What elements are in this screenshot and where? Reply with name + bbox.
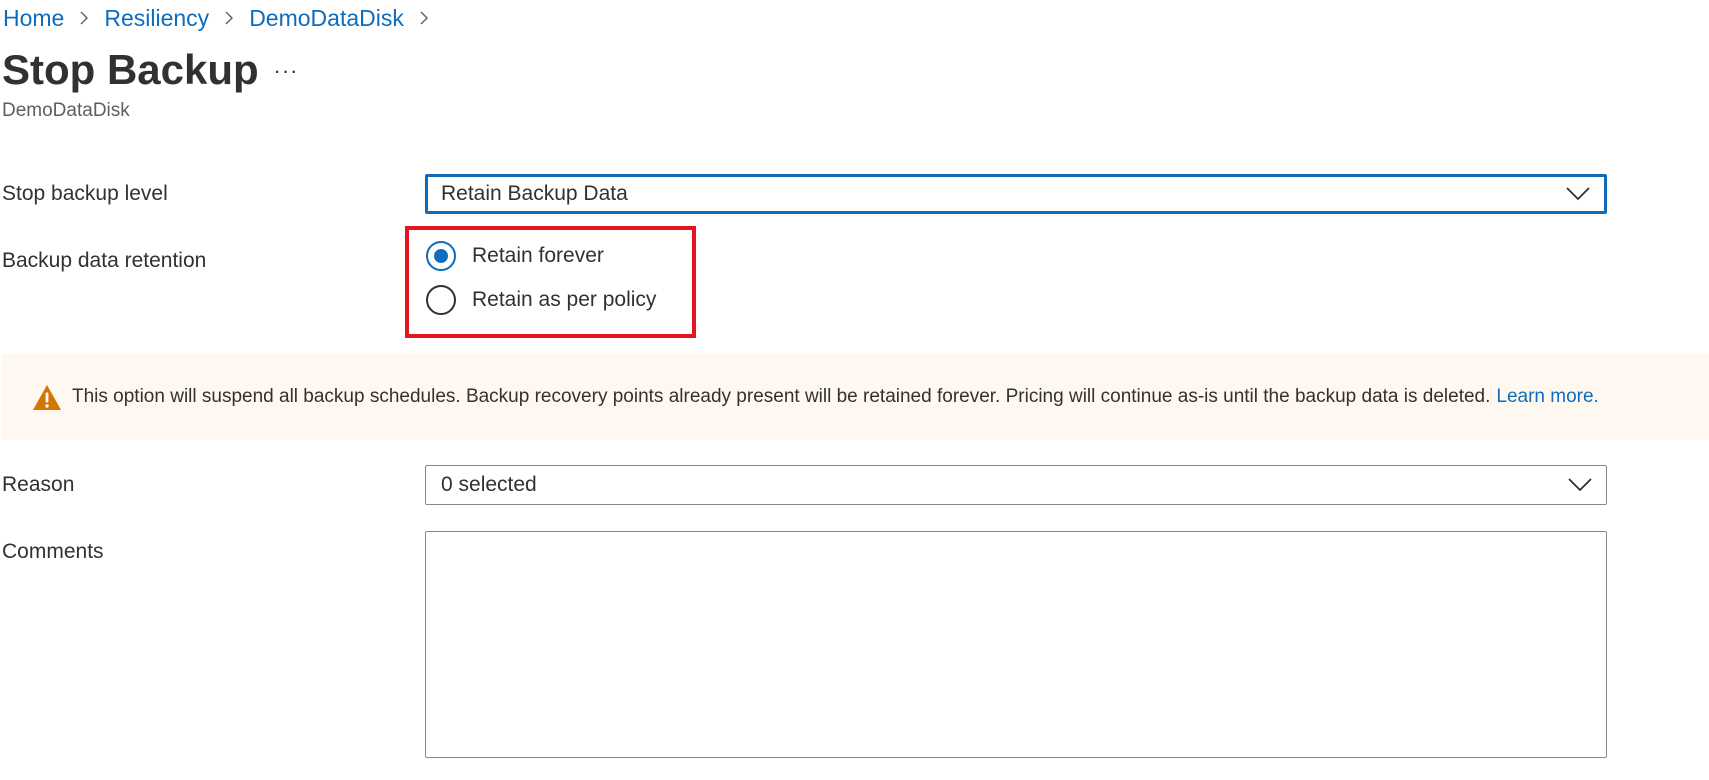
warning-message: This option will suspend all backup sche… bbox=[72, 386, 1599, 408]
stop-backup-level-label: Stop backup level bbox=[2, 182, 168, 205]
breadcrumb: Home Resiliency DemoDataDisk bbox=[3, 2, 444, 34]
page-title: Stop Backup bbox=[2, 46, 259, 93]
comments-textarea[interactable] bbox=[425, 531, 1607, 758]
backup-data-retention-label: Backup data retention bbox=[2, 249, 207, 272]
breadcrumb-resiliency-link[interactable]: Resiliency bbox=[104, 5, 209, 32]
chevron-down-icon bbox=[1566, 187, 1590, 201]
chevron-right-icon bbox=[64, 11, 104, 25]
stop-backup-level-dropdown[interactable]: Retain Backup Data bbox=[425, 174, 1607, 214]
chevron-down-icon bbox=[1568, 478, 1592, 492]
radio-button[interactable] bbox=[426, 285, 456, 315]
learn-more-link[interactable]: Learn more. bbox=[1496, 386, 1598, 407]
warning-icon bbox=[33, 384, 61, 410]
radio-dot bbox=[434, 249, 448, 263]
breadcrumb-demodatadisk-link[interactable]: DemoDataDisk bbox=[249, 5, 404, 32]
warning-text: This option will suspend all backup sche… bbox=[72, 386, 1491, 407]
page-subtitle: DemoDataDisk bbox=[2, 100, 130, 121]
radio-retain-as-per-policy-label: Retain as per policy bbox=[472, 288, 657, 311]
stop-backup-level-value: Retain Backup Data bbox=[441, 182, 628, 205]
warning-banner: This option will suspend all backup sche… bbox=[2, 354, 1709, 440]
reason-value: 0 selected bbox=[441, 473, 537, 496]
reason-dropdown[interactable]: 0 selected bbox=[425, 465, 1607, 505]
more-options-button[interactable]: ··· bbox=[268, 58, 304, 84]
chevron-right-icon bbox=[404, 11, 444, 25]
reason-label: Reason bbox=[2, 473, 75, 496]
radio-button-selected[interactable] bbox=[426, 241, 456, 271]
comments-label: Comments bbox=[2, 540, 104, 563]
breadcrumb-home-link[interactable]: Home bbox=[3, 5, 64, 32]
radio-retain-forever[interactable]: Retain forever bbox=[426, 241, 604, 271]
chevron-right-icon bbox=[209, 11, 249, 25]
radio-retain-as-per-policy[interactable]: Retain as per policy bbox=[426, 285, 656, 315]
radio-retain-forever-label: Retain forever bbox=[472, 244, 604, 267]
